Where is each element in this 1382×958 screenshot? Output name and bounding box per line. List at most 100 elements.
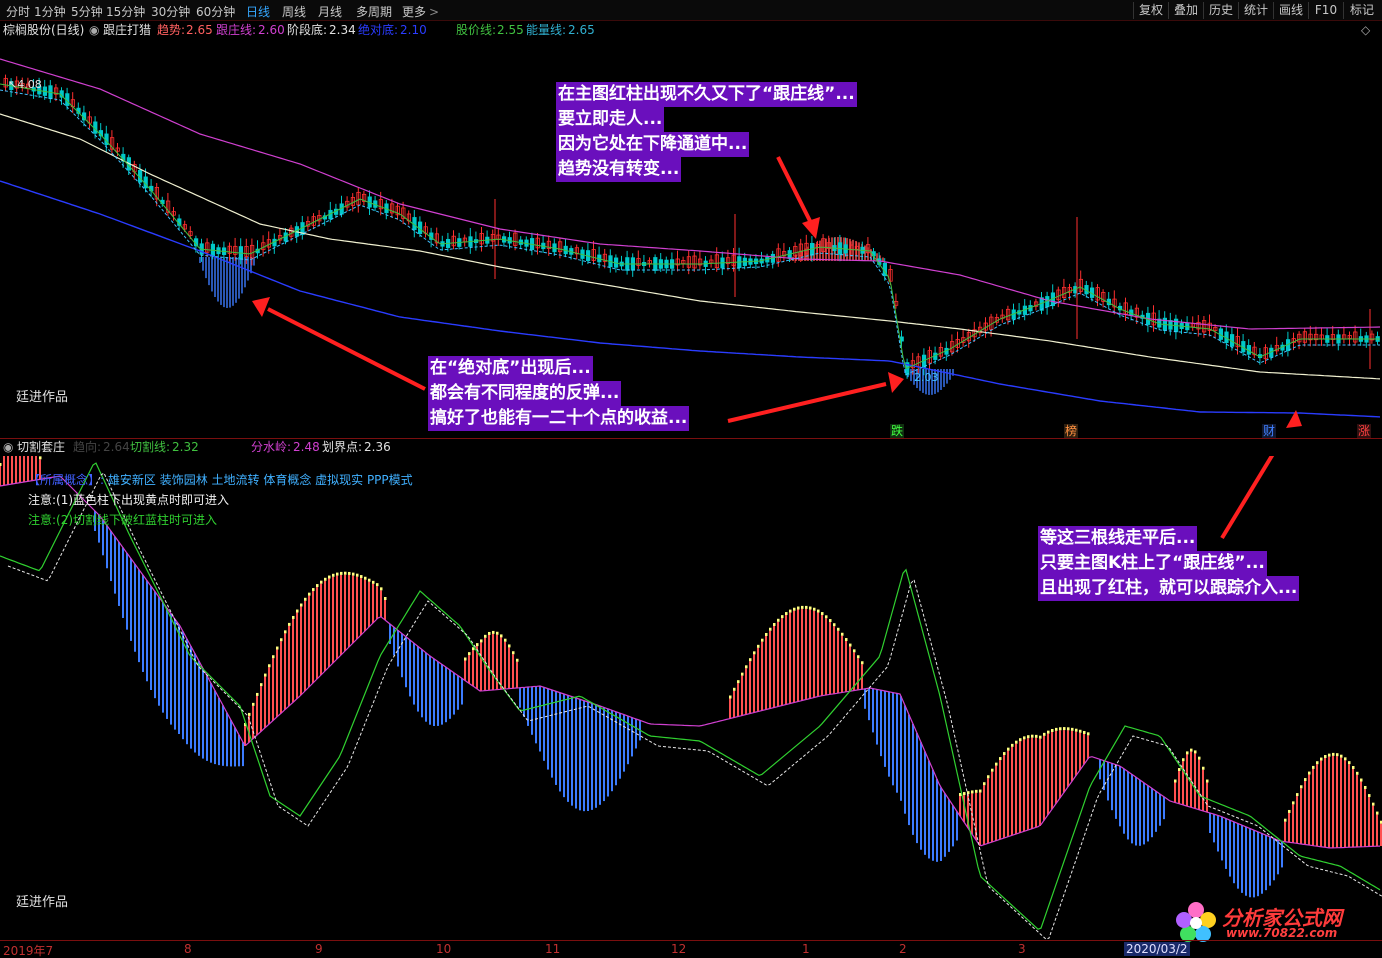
yellow-dot	[733, 687, 736, 691]
yellow-dot	[1364, 785, 1367, 789]
yellow-dot	[504, 638, 507, 642]
note-2: 注意:(2)切割线下破红蓝柱时可进入	[28, 513, 218, 527]
yellow-dot	[761, 638, 764, 642]
yellow-dot	[476, 643, 479, 647]
yellow-dot	[1376, 811, 1379, 815]
yellow-dot	[1340, 754, 1343, 758]
sub-indicator-name[interactable]: 切割套庄	[17, 438, 65, 456]
yellow-dot	[344, 571, 347, 575]
yellow-dot	[1336, 753, 1339, 757]
yellow-dot	[1360, 778, 1363, 782]
tab-5min[interactable]: 5分钟	[71, 3, 103, 20]
tab-1min[interactable]: 1分钟	[34, 3, 66, 20]
annotation-top-line: 在主图红柱出现不久又下了“跟庄线”...	[556, 82, 857, 107]
yellow-dot	[789, 609, 792, 613]
yellow-dot	[781, 615, 784, 619]
low-price-label: 2.03	[914, 371, 939, 384]
yellow-dot	[276, 646, 279, 650]
yellow-dot	[380, 587, 383, 591]
trend-label: 趋势:	[157, 23, 186, 37]
date-label: 1	[802, 942, 810, 956]
annotation-top-line: 要立即走人...	[556, 107, 665, 132]
trend-dim-label: 趋向:	[73, 440, 102, 454]
yellow-dot	[1300, 785, 1303, 789]
yellow-dot	[861, 661, 864, 665]
abs-label: 绝对底:	[358, 23, 399, 37]
yellow-dot	[304, 597, 307, 601]
draw-line-button[interactable]: 画线	[1273, 2, 1308, 19]
yellow-dot	[1075, 728, 1078, 732]
concept-row: 【所属概念】: 雄安新区 装饰园林 土地流转 体育概念 虚拟现实 PPP模式	[28, 470, 413, 490]
marker-rank[interactable]: 榜	[1064, 424, 1078, 438]
follow-label: 跟庄线:	[216, 23, 257, 37]
yellow-dot	[364, 576, 367, 580]
yellow-dot	[1182, 758, 1185, 762]
yellow-dot	[1320, 757, 1323, 761]
cut-line-value: 2.32	[172, 440, 199, 454]
marker-rise[interactable]: 涨	[1357, 424, 1371, 438]
yellow-dot	[1035, 734, 1038, 738]
tab-more[interactable]: 更多 >	[402, 3, 439, 20]
sub-author-label: 廷进作品	[16, 895, 69, 910]
yellow-dot	[1043, 732, 1046, 736]
yellow-dot	[1372, 802, 1375, 806]
yellow-dot	[857, 655, 860, 659]
yellow-dot	[308, 592, 311, 596]
yellow-dot	[1051, 728, 1054, 732]
more-label: 更多	[402, 5, 427, 19]
yellow-dot	[1174, 779, 1177, 783]
yellow-dot	[749, 658, 752, 662]
yellow-dot	[777, 618, 780, 622]
history-button[interactable]: 历史	[1203, 2, 1238, 19]
marker-finance[interactable]: 财	[1262, 424, 1276, 438]
collapse-up-icon[interactable]: ◇	[1361, 21, 1370, 39]
yellow-dot	[1198, 756, 1201, 760]
yellow-dot	[999, 757, 1002, 761]
f10-button[interactable]: F10	[1308, 2, 1343, 19]
yellow-dot	[468, 652, 471, 656]
watershed-value: 2.48	[293, 440, 320, 454]
stats-button[interactable]: 统计	[1238, 2, 1273, 19]
fuquan-button[interactable]: 复权	[1133, 2, 1168, 19]
yellow-dot	[1288, 809, 1291, 813]
yellow-dot	[1011, 743, 1014, 747]
tab-daily[interactable]: 日线	[246, 3, 270, 20]
chevron-right-icon: >	[429, 5, 440, 19]
yellow-dot	[1328, 753, 1331, 757]
yellow-dot	[1316, 761, 1319, 765]
yellow-dot	[280, 638, 283, 642]
date-label: 3	[1018, 942, 1026, 956]
marker-fall[interactable]: 跌	[890, 424, 904, 438]
yellow-dot	[825, 615, 828, 619]
yellow-dot	[264, 673, 267, 677]
settings-dot-icon[interactable]: ◉	[89, 21, 99, 39]
yellow-dot	[1079, 729, 1082, 733]
annotation-right-line: 等这三根线走平后...	[1038, 526, 1198, 551]
yellow-dot	[332, 573, 335, 577]
tab-60min[interactable]: 60分钟	[196, 3, 235, 20]
date-label: 9	[315, 942, 323, 956]
yellow-dot	[765, 632, 768, 636]
annotation-right: 等这三根线走平后... 只要主图K柱上了“跟庄线”... 且出现了红柱，就可以跟…	[1038, 526, 1300, 601]
tab-multi-period[interactable]: 多周期	[356, 3, 392, 20]
cut-line-label: 切割线:	[130, 440, 171, 454]
tab-15min[interactable]: 15分钟	[106, 3, 145, 20]
yellow-dot	[512, 651, 515, 655]
mark-button[interactable]: 标记	[1343, 2, 1380, 19]
yellow-dot	[376, 583, 379, 587]
sub-settings-dot-icon[interactable]: ◉	[3, 438, 13, 456]
annotation-middle-line: 在“绝对底”出现后...	[428, 356, 593, 381]
tab-fenshi[interactable]: 分时	[6, 3, 30, 20]
tab-monthly[interactable]: 月线	[318, 3, 342, 20]
yellow-dot	[360, 575, 363, 579]
tab-weekly[interactable]: 周线	[282, 3, 306, 20]
overlay-button[interactable]: 叠加	[1168, 2, 1203, 19]
yellow-dot	[352, 572, 355, 576]
yellow-dot	[769, 627, 772, 631]
yellow-dot	[853, 649, 856, 653]
yellow-dot	[809, 606, 812, 610]
tab-30min[interactable]: 30分钟	[151, 3, 190, 20]
yellow-dot	[1031, 734, 1034, 738]
yellow-dot	[488, 631, 491, 635]
main-indicator-name[interactable]: 跟庄打猎	[103, 21, 151, 39]
